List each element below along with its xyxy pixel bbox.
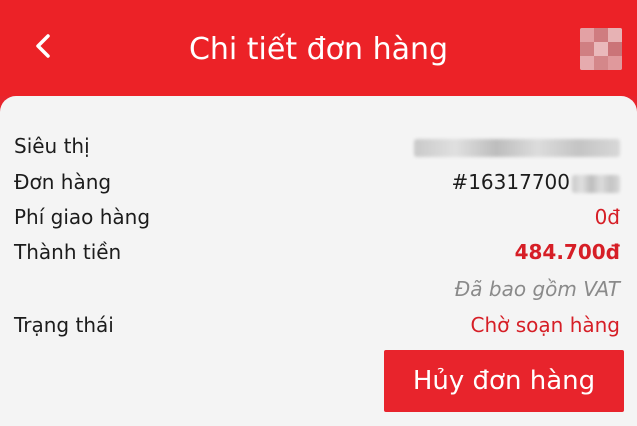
shipping-value: 0đ: [594, 205, 620, 229]
order-value: #16317700: [451, 164, 620, 200]
shipping-row: Phí giao hàng 0đ: [0, 199, 637, 235]
vat-note: Đã bao gồm VAT: [454, 277, 620, 301]
total-value: 484.700đ: [514, 240, 620, 264]
vat-row: Đã bao gồm VAT: [0, 271, 637, 307]
store-row: Siêu thị: [0, 128, 637, 164]
order-row: Đơn hàng #16317700: [0, 164, 637, 200]
avatar[interactable]: [580, 28, 622, 70]
shipping-label: Phí giao hàng: [14, 205, 151, 229]
store-value-redacted: [414, 128, 620, 164]
status-value: Chờ soạn hàng: [470, 313, 620, 337]
app-header: Chi tiết đơn hàng: [0, 0, 637, 96]
store-label: Siêu thị: [14, 134, 90, 158]
page-title: Chi tiết đơn hàng: [188, 32, 449, 67]
status-row: Trạng thái Chờ soạn hàng: [0, 307, 637, 343]
status-label: Trạng thái: [14, 313, 114, 337]
order-number: #16317700: [451, 170, 570, 194]
cancel-order-button[interactable]: Hủy đơn hàng: [384, 350, 624, 412]
total-label: Thành tiền: [14, 240, 122, 264]
order-label: Đơn hàng: [14, 170, 112, 194]
total-row: Thành tiền 484.700đ: [0, 234, 637, 270]
